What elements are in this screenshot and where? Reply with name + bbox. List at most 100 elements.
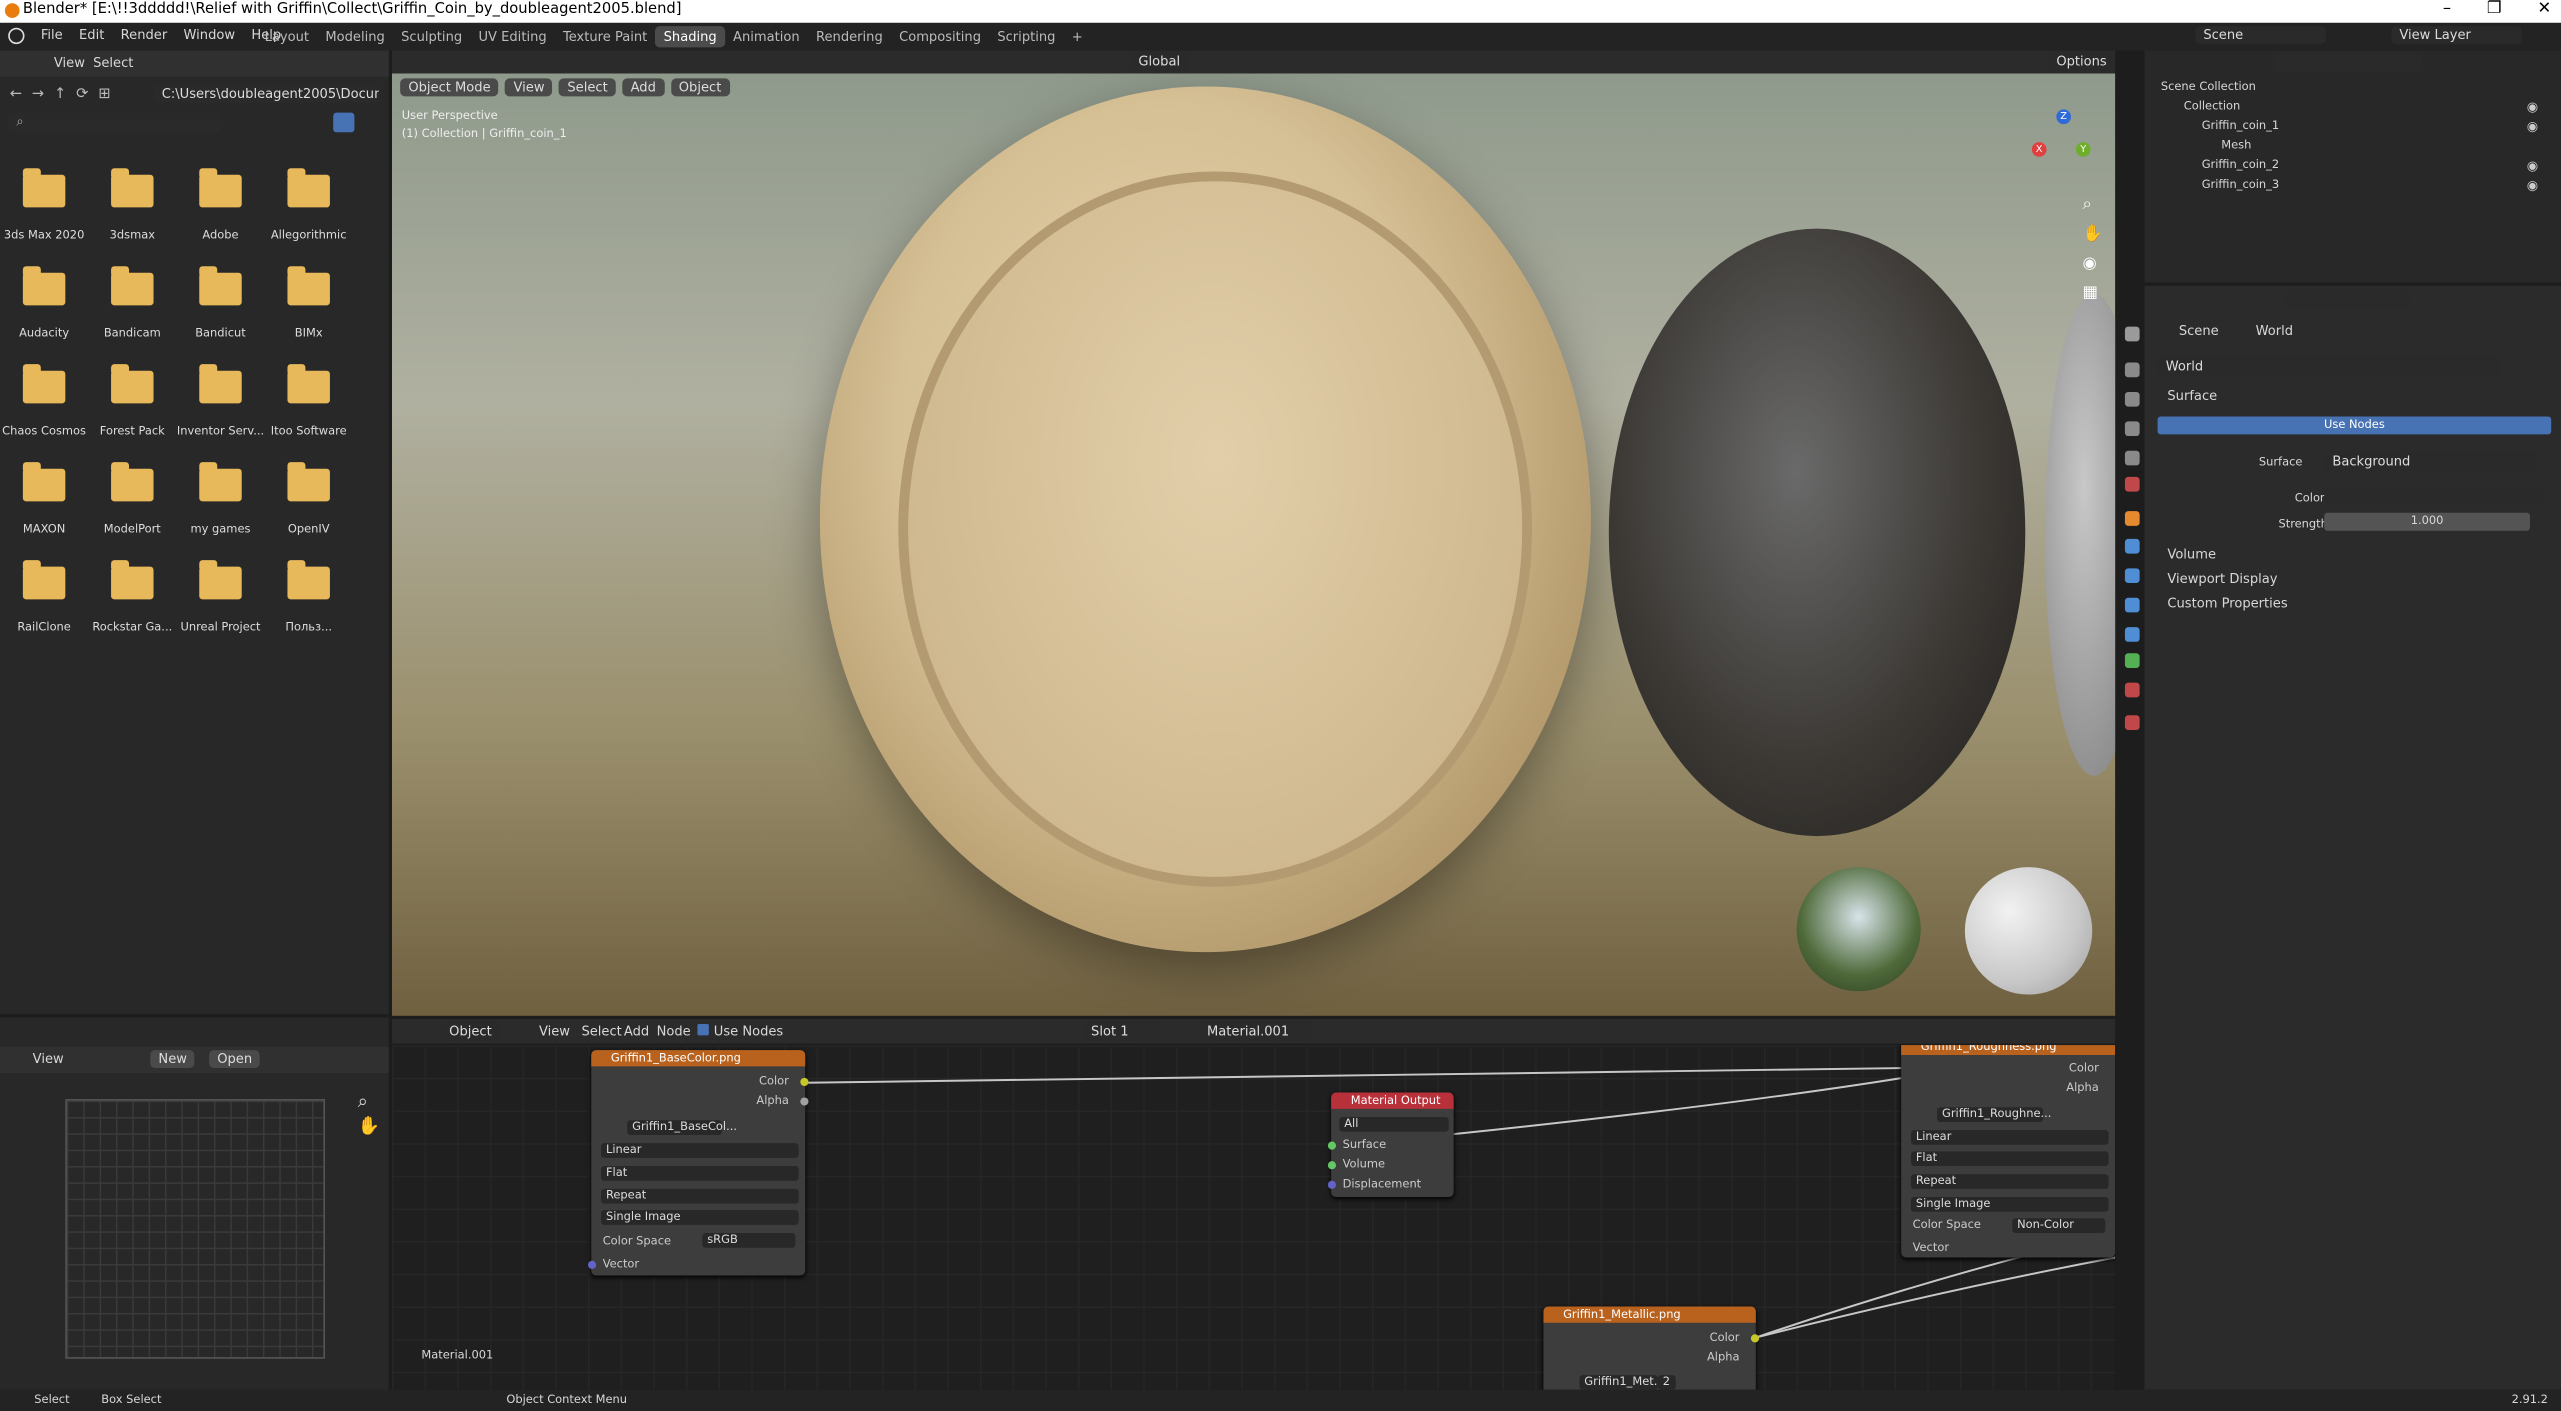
close-icon[interactable]: ✕ [2538,0,2552,23]
base-projection-dropdown[interactable]: Flat [601,1166,799,1181]
vp-select-menu[interactable]: Select [559,78,616,97]
roughness-image-node[interactable]: Griffin1_Roughness.png Color Alpha Griff… [1901,1045,2116,1258]
navigation-gizmo[interactable]: Z X Y [2031,109,2097,191]
uv-grid[interactable] [65,1099,326,1359]
menu-window[interactable]: Window [175,24,243,45]
gizmo-y-axis[interactable]: Y [2075,142,2091,157]
menu-render[interactable]: Render [113,24,176,45]
view-layer-tab-icon[interactable] [2124,421,2140,437]
world-tab-icon[interactable] [2124,476,2140,492]
minimize-icon[interactable]: – [2443,0,2451,23]
world-datablock-field[interactable]: World [2157,357,2501,376]
outliner-search-input[interactable] [2275,53,2423,72]
folder-icon[interactable] [199,462,242,502]
gizmo-x-axis[interactable]: X [2031,142,2047,157]
folder-icon[interactable] [111,168,154,208]
tab-texture-paint[interactable]: Texture Paint [555,26,656,47]
rough-colorspace-dropdown[interactable]: Non-Color [2012,1218,2106,1233]
physics-tab-icon[interactable] [2124,597,2140,613]
material-name-field[interactable]: Material.001 [1198,1022,1314,1041]
output-tab-icon[interactable] [2124,391,2140,407]
tab-uv-editing[interactable]: UV Editing [470,26,554,47]
eye-icon[interactable]: ◉ [2527,178,2538,193]
color-field[interactable] [2324,488,2545,505]
base-image-field[interactable]: Griffin1_BaseCol... [627,1120,737,1136]
folder-icon[interactable] [287,462,330,502]
coin-1-light[interactable] [819,86,1591,953]
3d-viewport[interactable]: Object Mode View Select Add Object User … [391,73,2116,1016]
object-tab-icon[interactable] [2124,511,2140,526]
surface-shader-dropdown[interactable]: Background [2324,452,2537,471]
base-color-image-node[interactable]: Griffin1_BaseColor.png Color Alpha Griff… [587,1050,809,1276]
particles-tab-icon[interactable] [2124,568,2140,584]
pan-hand-icon[interactable]: ✋ [358,1115,380,1136]
volume-panel-header[interactable]: Volume [2167,547,2216,562]
folder-icon[interactable] [111,364,154,404]
rough-extension-dropdown[interactable]: Repeat [1910,1174,2109,1189]
render-tab-icon[interactable] [2124,362,2140,378]
outliner-item-mesh[interactable]: Mesh [2221,139,2251,152]
fb-view-menu[interactable]: View [54,56,85,71]
tab-shading[interactable]: Shading [655,26,725,48]
object-mode-dropdown[interactable]: Object Mode [400,78,499,97]
metal-color-socket[interactable] [1750,1334,1760,1343]
folder-icon[interactable] [287,168,330,208]
tab-scripting[interactable]: Scripting [989,26,1063,47]
folder-icon[interactable] [22,168,66,208]
breadcrumb-scene[interactable]: Scene [2179,323,2219,338]
folder-icon[interactable] [111,560,154,600]
orientation-dropdown[interactable]: Global [1130,52,1189,71]
folder-icon[interactable] [199,560,242,600]
material-output-node[interactable]: Material Output All Surface Volume Displ… [1327,1092,1454,1198]
tab-animation[interactable]: Animation [725,26,808,47]
metal-users-count[interactable]: 2 [1657,1375,1676,1390]
scene-selector[interactable]: Scene [2195,26,2326,45]
modifier-tab-icon[interactable] [2124,538,2140,554]
parent-dir-icon[interactable]: ↑ [54,87,66,103]
folder-icon[interactable] [22,462,66,502]
menu-file[interactable]: File [33,24,71,45]
node-view-menu[interactable]: View [539,1024,570,1039]
folder-icon[interactable] [199,364,242,404]
refresh-icon[interactable]: ⟳ [76,87,88,103]
node-node-menu[interactable]: Node [657,1024,691,1039]
output-surface-socket[interactable] [1327,1141,1337,1150]
node-object-dropdown[interactable]: Object [440,1022,500,1041]
blender-menu-icon[interactable] [8,27,25,45]
material-tab-icon[interactable] [2124,682,2140,698]
rough-projection-dropdown[interactable]: Flat [1910,1151,2109,1167]
folder-icon[interactable] [287,364,330,404]
add-workspace-button[interactable]: + [1064,26,1091,47]
folder-icon[interactable] [199,168,242,208]
pan-hand-icon[interactable]: ✋ [2082,225,2102,243]
outliner-item-griffin-coin-3[interactable]: Griffin_coin_3 [2202,178,2279,191]
eye-icon[interactable]: ◉ [2527,119,2538,134]
base-colorspace-dropdown[interactable]: sRGB [702,1232,796,1248]
rough-interp-dropdown[interactable]: Linear [1910,1130,2109,1145]
ie-open-button[interactable]: Open [209,1050,261,1069]
fb-path-field[interactable]: C:\Users\doubleagent2005\Documents\ [153,84,379,103]
zoom-icon[interactable]: ⌕ [2082,196,2102,214]
rough-image-field[interactable]: Griffin1_Roughne... [1937,1107,2051,1122]
camera-icon[interactable]: ◉ [2082,255,2102,273]
base-source-dropdown[interactable]: Single Image [601,1210,799,1225]
metal-image-field[interactable]: Griffin1_Met... [1579,1375,1665,1390]
output-volume-socket[interactable] [1327,1161,1337,1170]
output-target-dropdown[interactable]: All [1339,1117,1449,1132]
folder-icon[interactable] [111,266,154,306]
metallic-image-node[interactable]: Griffin1_Metallic.png Color Alpha Griffi… [1543,1306,1760,1390]
eye-icon[interactable]: ◉ [2527,100,2538,115]
fb-search-input[interactable]: ⌕ [8,112,221,133]
grid-view-icon[interactable]: ▦ [2082,284,2102,302]
filter-icon[interactable] [333,112,355,133]
vp-view-menu[interactable]: View [505,78,553,97]
outliner-collection[interactable]: Collection [2184,100,2241,113]
constraints-tab-icon[interactable] [2124,627,2140,642]
outliner-item-griffin-coin-1[interactable]: Griffin_coin_1 [2202,119,2279,132]
base-interp-dropdown[interactable]: Linear [601,1143,799,1158]
node-select-menu[interactable]: Select [581,1024,621,1039]
breadcrumb-world[interactable]: World [2256,323,2293,338]
base-extension-dropdown[interactable]: Repeat [601,1188,799,1204]
folder-icon[interactable] [111,462,154,502]
tab-rendering[interactable]: Rendering [808,26,891,47]
